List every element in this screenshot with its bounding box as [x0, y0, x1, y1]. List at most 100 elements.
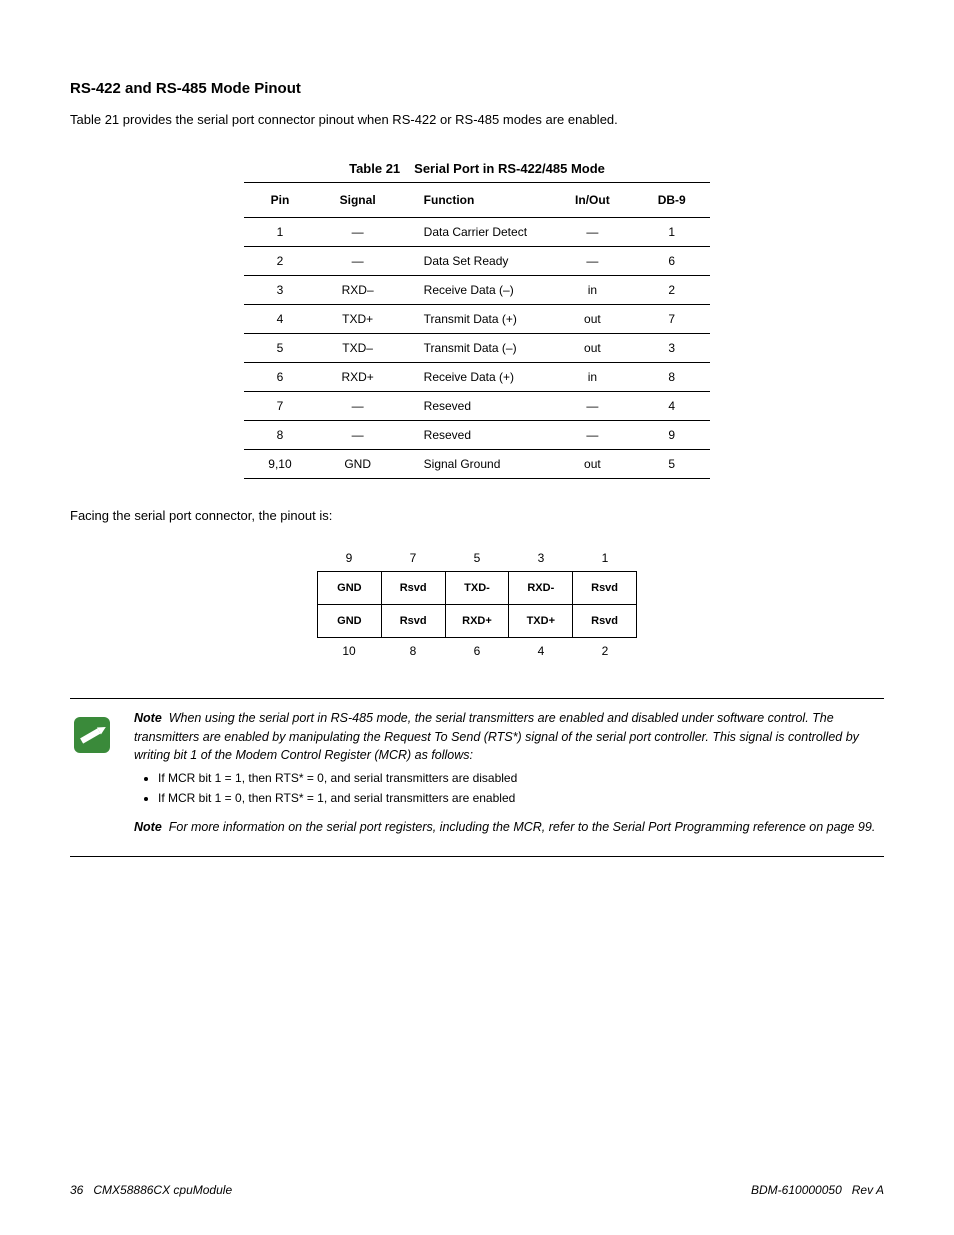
cell-pin: 2: [244, 247, 315, 276]
cell-pin: 1: [244, 218, 315, 247]
cell-db9: 8: [634, 363, 710, 392]
cell-signal: —: [316, 392, 400, 421]
pin-num: 10: [317, 638, 381, 664]
cell-signal: GND: [316, 450, 400, 479]
note-para2: For more information on the serial port …: [169, 820, 876, 834]
section-heading: RS-422 and RS-485 Mode Pinout: [70, 80, 884, 97]
cell-function: Reseved: [400, 421, 551, 450]
cell-signal: —: [316, 247, 400, 276]
note-icon: [70, 713, 114, 757]
pin-num: 6: [445, 638, 509, 664]
note-bullets: If MCR bit 1 = 1, then RTS* = 0, and ser…: [134, 770, 884, 808]
footer-page-number: 36: [70, 1183, 83, 1197]
col-pin: Pin: [244, 183, 315, 218]
cell-signal: —: [316, 218, 400, 247]
table-row: 4TXD+Transmit Data (+)out7: [244, 305, 709, 334]
pin-cell: TXD-: [446, 572, 510, 604]
table-row: 5TXD–Transmit Data (–)out3: [244, 334, 709, 363]
cell-function: Reseved: [400, 392, 551, 421]
col-signal: Signal: [316, 183, 400, 218]
table-row: 3RXD–Receive Data (–)in2: [244, 276, 709, 305]
pin-num: 3: [509, 545, 573, 571]
cell-function: Receive Data (–): [400, 276, 551, 305]
pin-cell: Rsvd: [382, 605, 446, 637]
table-caption: Table 21 Serial Port in RS-422/485 Mode: [70, 161, 884, 176]
footer-revision: Rev A: [852, 1183, 884, 1197]
note-label-2: Note: [134, 820, 162, 834]
cell-signal: RXD–: [316, 276, 400, 305]
cell-signal: RXD+: [316, 363, 400, 392]
pin-num: 7: [381, 545, 445, 571]
pinout-table: Pin Signal Function In/Out DB-9 1—Data C…: [244, 182, 709, 479]
top-pin-numbers: 9 7 5 3 1: [317, 545, 637, 571]
footer-title: CMX58886CX cpuModule: [93, 1183, 232, 1197]
cell-inout: out: [551, 450, 634, 479]
table-row: 7—Reseved—4: [244, 392, 709, 421]
cell-inout: —: [551, 218, 634, 247]
table-row: 8—Reseved—9: [244, 421, 709, 450]
cell-db9: 1: [634, 218, 710, 247]
pinout-diagram: 9 7 5 3 1 GND Rsvd TXD- RXD- Rsvd GND Rs…: [317, 545, 637, 664]
cell-pin: 3: [244, 276, 315, 305]
pin-num: 5: [445, 545, 509, 571]
cell-function: Transmit Data (+): [400, 305, 551, 334]
cell-function: Signal Ground: [400, 450, 551, 479]
pin-row-2: GND Rsvd RXD+ TXD+ Rsvd: [317, 605, 637, 638]
cell-function: Receive Data (+): [400, 363, 551, 392]
cell-db9: 7: [634, 305, 710, 334]
note-para1: When using the serial port in RS-485 mod…: [134, 711, 859, 761]
cell-pin: 5: [244, 334, 315, 363]
cell-inout: in: [551, 276, 634, 305]
col-function: Function: [400, 183, 551, 218]
cell-pin: 6: [244, 363, 315, 392]
pin-cell: Rsvd: [382, 572, 446, 604]
cell-inout: —: [551, 247, 634, 276]
pin-num: 4: [509, 638, 573, 664]
cell-signal: —: [316, 421, 400, 450]
table-header-row: Pin Signal Function In/Out DB-9: [244, 183, 709, 218]
cell-inout: —: [551, 392, 634, 421]
bottom-pin-numbers: 10 8 6 4 2: [317, 638, 637, 664]
table-number: Table 21: [349, 161, 400, 176]
pin-num: 1: [573, 545, 637, 571]
cell-inout: in: [551, 363, 634, 392]
cell-signal: TXD–: [316, 334, 400, 363]
cell-inout: —: [551, 421, 634, 450]
cell-function: Transmit Data (–): [400, 334, 551, 363]
facing-text: Facing the serial port connector, the pi…: [70, 507, 884, 525]
cell-db9: 4: [634, 392, 710, 421]
pin-num: 9: [317, 545, 381, 571]
cell-db9: 2: [634, 276, 710, 305]
cell-inout: out: [551, 305, 634, 334]
pin-num: 2: [573, 638, 637, 664]
cell-db9: 6: [634, 247, 710, 276]
cell-pin: 9,10: [244, 450, 315, 479]
note-label: Note: [134, 711, 162, 725]
table-row: 2—Data Set Ready—6: [244, 247, 709, 276]
cell-db9: 3: [634, 334, 710, 363]
cell-inout: out: [551, 334, 634, 363]
pin-cell: GND: [318, 572, 382, 604]
table-row: 1—Data Carrier Detect—1: [244, 218, 709, 247]
pin-cell: Rsvd: [573, 572, 636, 604]
table-title: Serial Port in RS-422/485 Mode: [414, 161, 605, 176]
col-db9: DB-9: [634, 183, 710, 218]
page-footer: 36 CMX58886CX cpuModule BDM-610000050 Re…: [70, 1183, 884, 1197]
cell-pin: 4: [244, 305, 315, 334]
cell-function: Data Carrier Detect: [400, 218, 551, 247]
intro-paragraph: Table 21 provides the serial port connec…: [70, 111, 884, 129]
note-bullet: If MCR bit 1 = 1, then RTS* = 0, and ser…: [158, 770, 884, 787]
cell-pin: 7: [244, 392, 315, 421]
pin-cell: Rsvd: [573, 605, 636, 637]
table-row: 9,10GNDSignal Groundout5: [244, 450, 709, 479]
table-row: 6RXD+Receive Data (+)in8: [244, 363, 709, 392]
note-bullet: If MCR bit 1 = 0, then RTS* = 1, and ser…: [158, 790, 884, 807]
pin-cell: TXD+: [509, 605, 573, 637]
note-block: Note When using the serial port in RS-48…: [70, 698, 884, 856]
col-inout: In/Out: [551, 183, 634, 218]
note-text: Note When using the serial port in RS-48…: [134, 709, 884, 841]
cell-signal: TXD+: [316, 305, 400, 334]
pin-cell: RXD+: [446, 605, 510, 637]
cell-db9: 5: [634, 450, 710, 479]
cell-db9: 9: [634, 421, 710, 450]
